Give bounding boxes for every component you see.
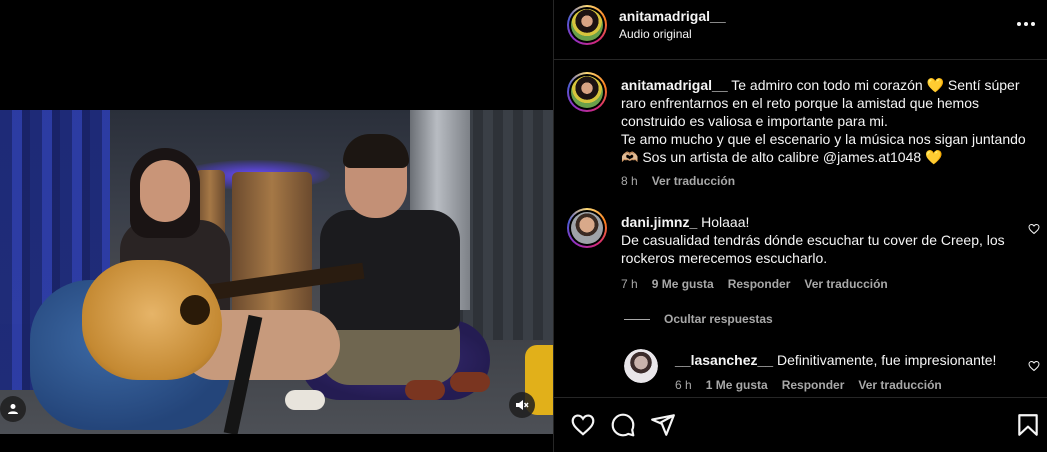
comment-time[interactable]: 8 h: [621, 174, 638, 188]
hide-replies-button[interactable]: Ocultar respuestas: [624, 312, 773, 326]
author-username[interactable]: anitamadrigal__: [619, 8, 726, 24]
commenter-avatar[interactable]: [567, 208, 607, 248]
replier-avatar[interactable]: [624, 349, 658, 383]
video-person: [140, 160, 190, 222]
video-player[interactable]: [0, 110, 553, 434]
muted-speaker-icon: [516, 400, 529, 410]
comment-line: Te admiro con todo mi corazón 💛 Sentí sú…: [731, 77, 1020, 93]
comment-meta: 8 h Ver traducción: [621, 174, 735, 188]
comment-line: Holaaa!: [701, 214, 750, 230]
reply-text: __lasanchez__ Definitivamente, fue impre…: [675, 351, 1005, 369]
reply-button[interactable]: Responder: [728, 277, 791, 291]
video-shoe: [450, 372, 490, 392]
reply-meta: 6 h 1 Me gusta Responder Ver traducción: [675, 378, 942, 392]
tagged-users-button[interactable]: [0, 396, 26, 422]
commenter-avatar[interactable]: [567, 72, 607, 112]
comment-meta: 7 h 9 Me gusta Responder Ver traducción: [621, 277, 888, 291]
video-shoe: [285, 390, 325, 410]
like-comment-heart-icon[interactable]: [1028, 223, 1040, 235]
post-media: [0, 0, 553, 452]
author-avatar[interactable]: [567, 5, 607, 45]
comment-username[interactable]: dani.jimnz_: [621, 214, 697, 230]
comment-line: De casualidad tendrás dónde escuchar tu …: [621, 232, 1005, 248]
reply-username[interactable]: __lasanchez__: [675, 352, 773, 368]
comment-icon[interactable]: [610, 412, 636, 438]
comment-line: rockeros merecemos escucharlo.: [621, 250, 828, 266]
video-person: [343, 134, 409, 168]
video-guitar: [180, 295, 210, 325]
comment-username[interactable]: anitamadrigal__: [621, 77, 728, 93]
comment-text: dani.jimnz_ Holaaa! De casualidad tendrá…: [621, 213, 1021, 267]
reply-line: Definitivamente, fue impresionante!: [776, 352, 997, 368]
comment-line: Te amo mucho y que el escenario y la mús…: [621, 131, 1026, 147]
hide-replies-label: Ocultar respuestas: [664, 312, 773, 326]
translate-link[interactable]: Ver traducción: [804, 277, 887, 291]
video-drum: [232, 172, 312, 322]
reply-likes[interactable]: 1 Me gusta: [706, 378, 768, 392]
bookmark-icon[interactable]: [1015, 412, 1041, 438]
more-options-icon[interactable]: [1016, 16, 1036, 32]
comment-line: construido es valiosa e importante para …: [621, 113, 888, 129]
video-shoe: [405, 380, 445, 400]
divider-line: [624, 318, 650, 320]
comment-text: anitamadrigal__ Te admiro con todo mi co…: [621, 76, 1041, 166]
comment-time[interactable]: 7 h: [621, 277, 638, 291]
post-header: anitamadrigal__ Audio original: [554, 0, 1047, 60]
user-icon: [8, 404, 18, 414]
like-reply-heart-icon[interactable]: [1028, 360, 1040, 372]
comment-line: 🫶🏼 Sos un artista de alto calibre @james…: [621, 149, 943, 165]
post-details-panel: anitamadrigal__ Audio original anitamadr…: [553, 0, 1047, 452]
audio-label[interactable]: Audio original: [619, 27, 692, 41]
translate-link[interactable]: Ver traducción: [652, 174, 735, 188]
comment-likes[interactable]: 9 Me gusta: [652, 277, 714, 291]
post-actions-bar: [554, 397, 1047, 452]
heart-icon[interactable]: [570, 412, 596, 438]
mute-button[interactable]: [509, 392, 535, 418]
comment-line: raro enfrentarnos en el reto porque la a…: [621, 95, 979, 111]
send-icon[interactable]: [650, 412, 676, 438]
reply-time[interactable]: 6 h: [675, 378, 692, 392]
reply-button[interactable]: Responder: [782, 378, 845, 392]
translate-link[interactable]: Ver traducción: [858, 378, 941, 392]
